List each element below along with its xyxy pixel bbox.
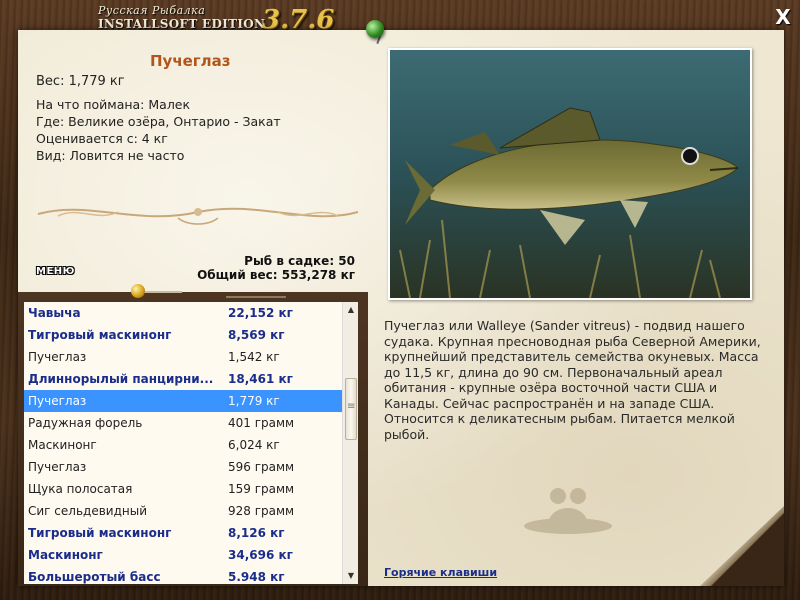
list-item[interactable]: Тигровый маскинонг 8,569 кг [24, 324, 342, 346]
scroll-down-arrow-icon[interactable]: ▼ [343, 568, 359, 584]
list-item-name: Пучеглаз [28, 394, 87, 408]
list-item[interactable]: Длиннорылый панцирни... 18,461 кг [24, 368, 342, 390]
list-item[interactable]: Пучеглаз 596 грамм [24, 456, 342, 478]
logo-edition: INSTALLSOFT EDITION [98, 17, 266, 31]
list-item-weight: 1,542 кг [228, 350, 280, 364]
scrollbar-thumb[interactable] [345, 378, 357, 440]
list-item-weight: 1,779 кг [228, 394, 280, 408]
list-item-name: Большеротый басс [28, 570, 161, 584]
list-item[interactable]: Чавыча 22,152 кг [24, 302, 342, 324]
catch-list: Чавыча 22,152 кг Тигровый маскинонг 8,569 к… [24, 302, 342, 584]
fish-photo [388, 48, 752, 300]
gold-knob-icon [131, 284, 145, 298]
list-item[interactable]: Радужная форель 401 грамм [24, 412, 342, 434]
list-item-name: Чавыча [28, 306, 81, 320]
fish-title: Пучеглаз [150, 52, 231, 70]
total-weight: Общий вес: 553,278 кг [197, 268, 355, 282]
list-item-weight: 159 грамм [228, 482, 295, 496]
fish-weight: Вес: 1,779 кг [36, 74, 125, 89]
list-item-name: Сиг сельдевидный [28, 504, 147, 518]
list-item[interactable]: Пучеглаз 1,779 кг [24, 390, 342, 412]
fish-kind: Вид: Ловится не часто [36, 148, 185, 163]
list-item-name: Радужная форель [28, 416, 143, 430]
list-item-weight: 34,696 кг [228, 548, 293, 562]
list-item[interactable]: Маскинонг 6,024 кг [24, 434, 342, 456]
green-pin-icon [366, 20, 384, 38]
list-item-weight: 596 грамм [228, 460, 295, 474]
list-item-weight: 22,152 кг [228, 306, 293, 320]
hotkeys-link[interactable]: Горячие клавиши [384, 566, 497, 579]
fish-description: Пучеглаз или Walleye (Sander vitreus) - … [384, 318, 761, 442]
fish-valued-from: Оценивается с: 4 кг [36, 131, 168, 146]
list-item-weight: 928 грамм [228, 504, 295, 518]
list-item-name: Пучеглаз [28, 350, 87, 364]
list-item-name: Тигровый маскинонг [28, 328, 172, 342]
list-item[interactable]: Сиг сельдевидный 928 грамм [24, 500, 342, 522]
list-item-weight: 5.948 кг [228, 570, 285, 584]
list-bar-line [144, 291, 182, 293]
walleye-image [390, 50, 750, 298]
list-item-name: Маскинонг [28, 438, 97, 452]
scroll-up-arrow-icon[interactable]: ▲ [343, 302, 359, 318]
list-item-name: Маскинонг [28, 548, 103, 562]
fish-info: На что поймана: Малек Где: Великие озёра… [36, 96, 281, 164]
list-item-weight: 8,569 кг [228, 328, 285, 342]
list-item[interactable]: Большеротый басс 5.948 кг [24, 566, 342, 584]
list-item[interactable]: Пучеглаз 1,542 кг [24, 346, 342, 368]
list-scrollbar[interactable]: ▲ ▼ [342, 302, 358, 584]
list-item[interactable]: Маскинонг 34,696 кг [24, 544, 342, 566]
list-item[interactable]: Щука полосатая 159 грамм [24, 478, 342, 500]
fisherman-silhouette-icon [524, 488, 612, 534]
fish-bait: На что поймана: Малек [36, 97, 191, 112]
logo-subtitle: Русская Рыбалка [98, 4, 206, 17]
fish-in-net: Рыб в садке: 50 [244, 254, 355, 268]
list-item-weight: 18,461 кг [228, 372, 293, 386]
list-item-name: Пучеглаз [28, 460, 87, 474]
close-button[interactable]: X [772, 6, 794, 28]
list-item-name: Щука полосатая [28, 482, 133, 496]
ornament-divider-icon [37, 207, 359, 225]
list-item-name: Длиннорылый панцирни... [28, 372, 214, 386]
list-item-weight: 401 грамм [228, 416, 295, 430]
list-item[interactable]: Тигровый маскинонг 8,126 кг [24, 522, 342, 544]
menu-button[interactable]: МЕНЮ [36, 266, 75, 277]
list-bar-line-right [226, 296, 286, 298]
fish-location: Где: Великие озёра, Онтарио - Закат [36, 114, 281, 129]
list-item-weight: 8,126 кг [228, 526, 285, 540]
list-item-weight: 6,024 кг [228, 438, 280, 452]
list-item-name: Тигровый маскинонг [28, 526, 172, 540]
